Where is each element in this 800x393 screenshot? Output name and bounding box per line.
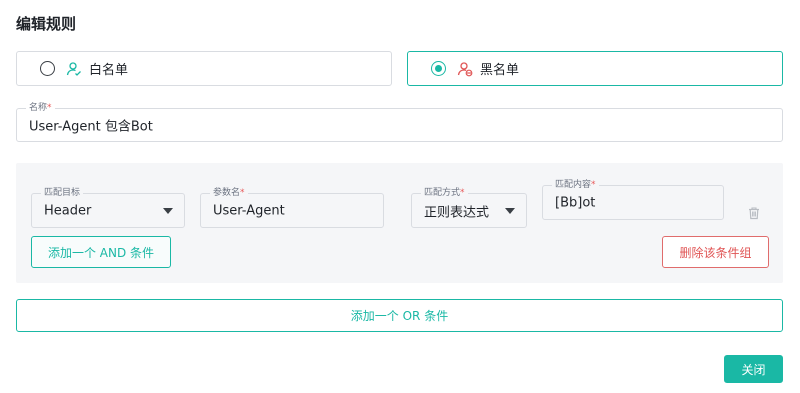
match-target-value: Header [44, 203, 92, 218]
blacklist-label: 黑名单 [480, 63, 520, 78]
param-name-label: 参数名* [210, 187, 248, 199]
delete-condition-group-button[interactable]: 删除该条件组 [662, 236, 769, 268]
whitelist-radio[interactable] [40, 61, 55, 76]
rule-name-field[interactable]: 名称* User-Agent 包含Bot [16, 102, 783, 142]
trash-icon[interactable] [747, 205, 761, 220]
blacklist-option[interactable]: 黑名单 [407, 51, 783, 86]
param-name-value: User-Agent [213, 203, 285, 218]
param-name-input[interactable]: 参数名* User-Agent [200, 187, 384, 228]
match-method-label: 匹配方式* [421, 187, 468, 199]
dialog-title: 编辑规则 [16, 15, 77, 33]
match-content-value: [Bb]ot [555, 195, 596, 210]
rule-name-value: User-Agent 包含Bot [29, 119, 153, 135]
match-target-label: 匹配目标 [41, 187, 84, 199]
add-and-condition-button[interactable]: 添加一个 AND 条件 [31, 236, 171, 268]
match-content-input[interactable]: 匹配内容* [Bb]ot [542, 179, 724, 220]
blacklist-radio[interactable] [431, 61, 446, 76]
match-content-label: 匹配内容* [552, 179, 599, 191]
user-block-icon [457, 61, 473, 77]
user-check-icon [66, 61, 82, 77]
caret-down-icon [505, 207, 515, 214]
caret-down-icon [163, 207, 173, 214]
match-method-value: 正则表达式 [424, 205, 490, 220]
whitelist-option[interactable]: 白名单 [16, 51, 392, 86]
close-button[interactable]: 关闭 [724, 355, 783, 383]
match-method-select[interactable]: 匹配方式* 正则表达式 [411, 187, 527, 228]
match-target-select[interactable]: 匹配目标 Header [31, 187, 185, 228]
condition-group: 匹配目标 Header 参数名* User-Agent 匹配方式* 正则表达式 … [16, 163, 783, 283]
whitelist-label: 白名单 [89, 63, 129, 78]
rule-name-label: 名称* [26, 102, 55, 114]
add-or-condition-button[interactable]: 添加一个 OR 条件 [16, 299, 783, 332]
